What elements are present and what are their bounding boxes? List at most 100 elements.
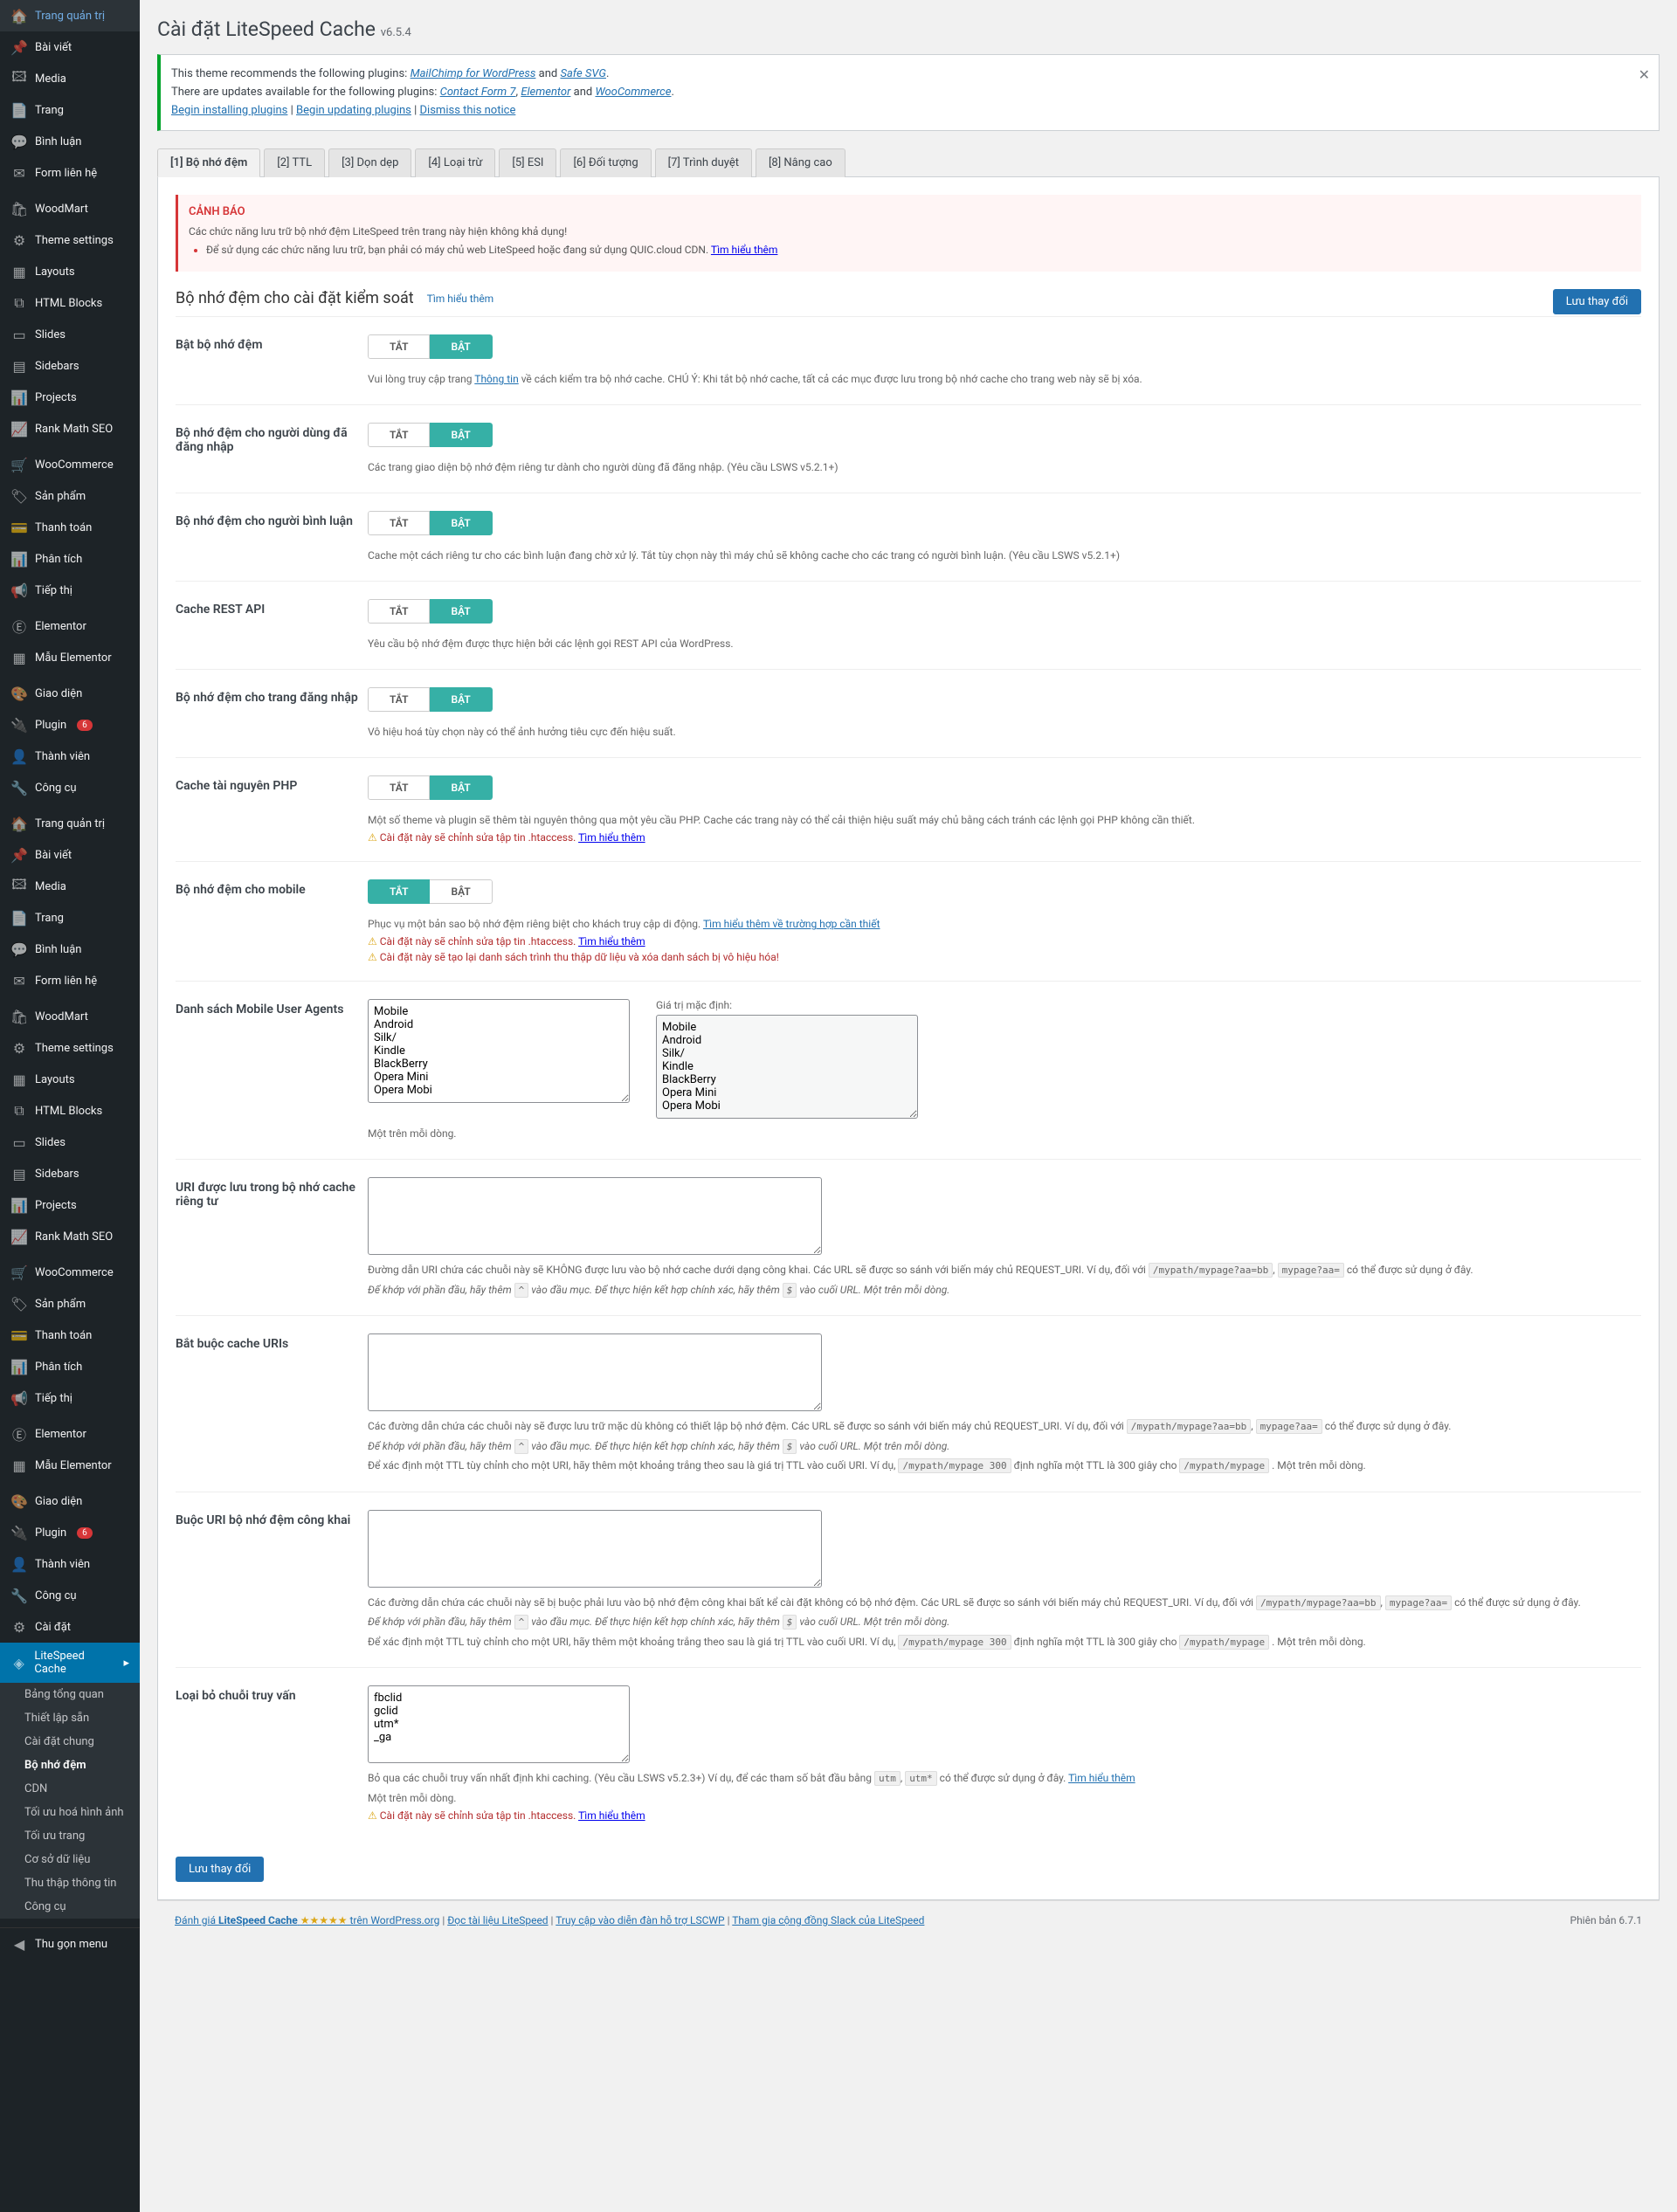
sidebar-item[interactable]: 📄Trang: [0, 94, 140, 126]
tab[interactable]: [5] ESI: [499, 148, 556, 177]
sidebar-item[interactable]: 📊Phân tích: [0, 1351, 140, 1382]
footer-rate-link[interactable]: Đánh giá LiteSpeed Cache ★★★★★ trên Word…: [175, 1914, 439, 1926]
sidebar-item[interactable]: 💬Bình luận: [0, 126, 140, 157]
sidebar-item[interactable]: 🛒WooCommerce: [0, 449, 140, 480]
toggle-cache-login[interactable]: TẮT BẬT: [368, 687, 493, 712]
link-learn-more[interactable]: Tìm hiểu thêm: [578, 1809, 645, 1822]
sidebar-item[interactable]: ⧉HTML Blocks: [0, 1095, 140, 1127]
toggle-off[interactable]: TẮT: [368, 879, 430, 904]
sidebar-item[interactable]: 🔧Công cụ: [0, 1580, 140, 1611]
toggle-cache-logged[interactable]: TẮT BẬT: [368, 423, 493, 447]
link-learn-more[interactable]: Tìm hiểu thêm: [711, 244, 778, 256]
toggle-off[interactable]: TẮT: [368, 775, 430, 800]
sidebar-item[interactable]: ▦Layouts: [0, 1064, 140, 1095]
toggle-on[interactable]: BẬT: [430, 511, 492, 535]
sidebar-item[interactable]: ▤Sidebars: [0, 350, 140, 382]
sidebar-item[interactable]: 🎨Giao diện: [0, 678, 140, 709]
sidebar-item[interactable]: 🏷Sản phẩm: [0, 1288, 140, 1320]
sidebar-item[interactable]: ⚙Theme settings: [0, 224, 140, 256]
sidebar-item[interactable]: 🛍WoodMart: [0, 1001, 140, 1032]
link-learn-more[interactable]: Tìm hiểu thêm: [427, 293, 494, 305]
link-learn-more[interactable]: Tìm hiểu thêm về trường hợp cần thiết: [703, 918, 880, 930]
toggle-on[interactable]: BẬT: [430, 687, 492, 712]
sidebar-item[interactable]: 📊Projects: [0, 382, 140, 413]
sidebar-item-litespeed[interactable]: ◈ LiteSpeed Cache ▸: [0, 1643, 140, 1683]
toggle-on[interactable]: BẬT: [430, 599, 492, 624]
submenu-item[interactable]: Công cụ: [0, 1895, 140, 1919]
sidebar-item[interactable]: 👤Thành viên: [0, 741, 140, 772]
submenu-item[interactable]: CDN: [0, 1777, 140, 1801]
sidebar-item[interactable]: 📊Projects: [0, 1189, 140, 1221]
toggle-on[interactable]: BẬT: [430, 334, 492, 359]
toggle-on[interactable]: BẬT: [430, 423, 492, 447]
sidebar-item[interactable]: ⧉HTML Blocks: [0, 287, 140, 319]
submenu-item[interactable]: Bộ nhớ đệm: [0, 1754, 140, 1777]
link-elementor[interactable]: Elementor: [521, 86, 570, 99]
toggle-off[interactable]: TẮT: [368, 687, 430, 712]
textarea-mobile-agents[interactable]: Mobile Android Silk/ Kindle BlackBerry O…: [368, 999, 630, 1103]
submenu-item[interactable]: Bảng tổng quan: [0, 1683, 140, 1706]
sidebar-item[interactable]: 👤Thành viên: [0, 1548, 140, 1580]
link-learn-more[interactable]: Tìm hiểu thêm: [578, 831, 645, 844]
submenu-item[interactable]: Thu thập thông tin: [0, 1871, 140, 1895]
textarea-drop-query[interactable]: fbclid gclid utm* _ga: [368, 1685, 630, 1763]
sidebar-item[interactable]: 🔌Plugin6: [0, 709, 140, 741]
toggle-cache-rest[interactable]: TẮT BẬT: [368, 599, 493, 624]
toggle-off[interactable]: TẮT: [368, 423, 430, 447]
submenu-item[interactable]: Tối ưu trang: [0, 1824, 140, 1848]
link-learn-more[interactable]: Tìm hiểu thêm: [1068, 1772, 1135, 1784]
sidebar-item[interactable]: ▭Slides: [0, 1127, 140, 1158]
link-safesvg[interactable]: Safe SVG: [560, 67, 606, 80]
link-woo[interactable]: WooCommerce: [595, 86, 671, 99]
sidebar-item[interactable]: 💬Bình luận: [0, 934, 140, 965]
footer-docs-link[interactable]: Đọc tài liệu LiteSpeed: [447, 1914, 548, 1926]
sidebar-item[interactable]: 📌Bài viết: [0, 839, 140, 871]
sidebar-item[interactable]: 🏠Trang quản trị: [0, 808, 140, 839]
sidebar-item[interactable]: ⚙Cài đặt: [0, 1611, 140, 1643]
submenu-item[interactable]: Tối ưu hoá hình ảnh: [0, 1801, 140, 1824]
tab[interactable]: [1] Bộ nhớ đệm: [157, 148, 260, 177]
toggle-off[interactable]: TẮT: [368, 599, 430, 624]
toggle-cache-php[interactable]: TẮT BẬT: [368, 775, 493, 800]
sidebar-item[interactable]: 🛒WooCommerce: [0, 1257, 140, 1288]
textarea-force-cache[interactable]: [368, 1333, 822, 1411]
sidebar-item[interactable]: ⒺElementor: [0, 1418, 140, 1450]
tab[interactable]: [8] Nâng cao: [756, 148, 845, 177]
toggle-on[interactable]: BẬT: [430, 879, 492, 904]
sidebar-item[interactable]: ⒺElementor: [0, 610, 140, 642]
toggle-off[interactable]: TẮT: [368, 334, 430, 359]
sidebar-item[interactable]: 🎨Giao diện: [0, 1485, 140, 1517]
link-learn-more[interactable]: Tìm hiểu thêm: [578, 935, 645, 948]
toggle-cache-commenters[interactable]: TẮT BẬT: [368, 511, 493, 535]
sidebar-item[interactable]: 🏠Trang quản trị: [0, 0, 140, 31]
sidebar-item[interactable]: 📢Tiếp thị: [0, 575, 140, 606]
collapse-menu[interactable]: ◀ Thu gọn menu: [0, 1927, 140, 1960]
tab[interactable]: [3] Dọn dẹp: [328, 148, 411, 177]
toggle-cache-mobile[interactable]: TẮT BẬT: [368, 879, 493, 904]
close-icon[interactable]: ✕: [1639, 64, 1650, 86]
toggle-off[interactable]: TẮT: [368, 511, 430, 535]
link-update[interactable]: Begin updating plugins: [296, 104, 411, 117]
sidebar-item[interactable]: 📢Tiếp thị: [0, 1382, 140, 1414]
submenu-item[interactable]: Cơ sở dữ liệu: [0, 1848, 140, 1871]
sidebar-item[interactable]: ✉Form liên hệ: [0, 965, 140, 996]
submenu-item[interactable]: Thiết lập sẵn: [0, 1706, 140, 1730]
link-mailchimp[interactable]: MailChimp for WordPress: [411, 67, 536, 80]
sidebar-item[interactable]: 🖾Media: [0, 63, 140, 94]
save-button-bottom[interactable]: Lưu thay đổi: [176, 1857, 264, 1882]
sidebar-item[interactable]: ▦Layouts: [0, 256, 140, 287]
sidebar-item[interactable]: 💳Thanh toán: [0, 1320, 140, 1351]
footer-slack-link[interactable]: Tham gia cộng đồng Slack của LiteSpeed: [732, 1914, 924, 1926]
tab[interactable]: [6] Đối tượng: [560, 148, 651, 177]
sidebar-item[interactable]: ▭Slides: [0, 319, 140, 350]
tab[interactable]: [2] TTL: [264, 148, 325, 177]
link-dismiss[interactable]: Dismiss this notice: [420, 104, 516, 117]
sidebar-item[interactable]: ▤Sidebars: [0, 1158, 140, 1189]
save-button-top[interactable]: Lưu thay đổi: [1553, 289, 1641, 314]
toggle-on[interactable]: BẬT: [430, 775, 492, 800]
footer-forum-link[interactable]: Truy cập vào diễn đàn hỗ trợ LSCWP: [556, 1914, 724, 1926]
sidebar-item[interactable]: 📊Phân tích: [0, 543, 140, 575]
textarea-private-uris[interactable]: [368, 1177, 822, 1255]
sidebar-item[interactable]: 📌Bài viết: [0, 31, 140, 63]
sidebar-item[interactable]: ▦Mẫu Elementor: [0, 1450, 140, 1481]
